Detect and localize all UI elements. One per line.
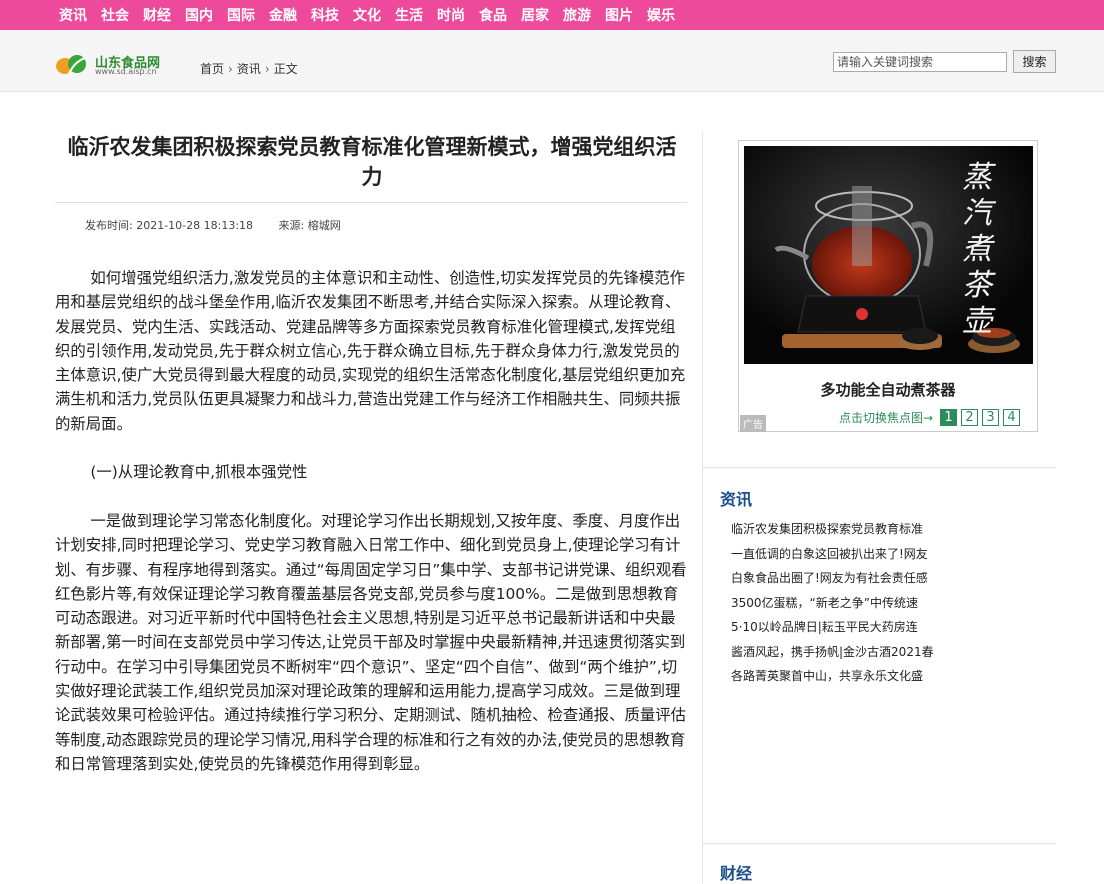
ad-caption[interactable]: 多功能全自动煮茶器 (739, 379, 1037, 400)
nav-item-10[interactable]: 食品 (479, 5, 507, 25)
article-paragraph: 一是做到理论学习常态化制度化。对理论学习作出长期规划,又按年度、季度、月度作出计… (55, 511, 687, 773)
sidebar-news-item[interactable]: 5·10以岭品牌日|耘玉平民大药房连 (731, 615, 941, 640)
sidebar-news-list: 临沂农发集团积极探索党员教育标准 一直低调的白象这回被扒出来了!网友 白象食品出… (731, 517, 941, 689)
breadcrumb-news[interactable]: 资讯 (237, 60, 261, 77)
ad-switch-label: 点击切换焦点图→ (839, 411, 934, 425)
nav-item-7[interactable]: 文化 (353, 5, 381, 25)
article-body: 如何增强党组织活力,激发党员的主体意识和主动性、创造性,切实发挥党员的先锋模范作… (55, 266, 689, 801)
nav-item-5[interactable]: 金融 (269, 5, 297, 25)
nav-item-0[interactable]: 资讯 (59, 5, 87, 25)
ad-image[interactable]: 蒸汽煮茶壶 (744, 146, 1033, 364)
nav-item-3[interactable]: 国内 (185, 5, 213, 25)
nav-item-9[interactable]: 时尚 (437, 5, 465, 25)
search-input[interactable] (833, 52, 1007, 72)
sidebar-news-item[interactable]: 酱酒风起，携手扬帆|金沙古酒2021春 (731, 640, 941, 665)
ad-image-title: 蒸汽煮茶壶 (962, 160, 992, 339)
logo-url: www.sd.aisp.cn (95, 67, 157, 76)
nav-item-2[interactable]: 财经 (143, 5, 171, 25)
column-divider (702, 132, 703, 883)
nav-item-6[interactable]: 科技 (311, 5, 339, 25)
article-paragraph: 如何增强党组织活力,激发党员的主体意识和主动性、创造性,切实发挥党员的先锋模范作… (55, 269, 686, 433)
article-title: 临沂农发集团积极探索党员教育标准化管理新模式，增强党组织活力 (67, 135, 677, 189)
article-source: 来源: 榕城网 (278, 219, 341, 232)
sidebar-news-item[interactable]: 3500亿蛋糕，“新老之争”中传统速 (731, 591, 941, 616)
sidebar-divider (703, 843, 1056, 844)
sidebar-news-item[interactable]: 白象食品出圈了!网友为有社会责任感 (731, 566, 941, 591)
chevron-right-icon: › (264, 61, 270, 76)
breadcrumb-home[interactable]: 首页 (200, 60, 224, 77)
sidebar-news-item[interactable]: 各路菁英聚首中山，共享永乐文化盛 (731, 664, 941, 689)
nav-item-4[interactable]: 国际 (227, 5, 255, 25)
sidebar-news-item[interactable]: 临沂农发集团积极探索党员教育标准 (731, 517, 941, 542)
article-meta: 发布时间: 2021-10-28 18:13:18 来源: 榕城网 (55, 202, 687, 233)
ad-carousel: 蒸汽煮茶壶 多功能全自动煮茶器 点击切换焦点图→ 1 2 3 4 广告 (738, 140, 1038, 432)
site-logo[interactable]: 山东食品网 www.sd.aisp.cn (55, 52, 190, 78)
top-nav: 资讯 社会 财经 国内 国际 金融 科技 文化 生活 时尚 食品 居家 旅游 图片 娱乐 (0, 0, 1104, 30)
publish-time: 发布时间: 2021-10-28 18:13:18 (85, 219, 254, 232)
sidebar-divider (703, 467, 1056, 468)
breadcrumb: 首页 › 资讯 › 正文 (200, 60, 298, 77)
nav-list: 资讯 社会 财经 国内 国际 金融 科技 文化 生活 时尚 食品 居家 旅游 图片 娱乐 (0, 0, 1104, 30)
ad-page-4[interactable]: 4 (1003, 409, 1021, 426)
nav-item-14[interactable]: 娱乐 (647, 5, 675, 25)
search-button[interactable]: 搜索 (1013, 50, 1056, 73)
sidebar-news-item[interactable]: 一直低调的白象这回被扒出来了!网友 (731, 542, 941, 567)
ad-tag: 广告 (740, 415, 766, 432)
nav-item-11[interactable]: 居家 (521, 5, 549, 25)
sidebar-section-title[interactable]: 资讯 (720, 486, 752, 510)
logo-leaf-icon (56, 55, 86, 75)
breadcrumb-current: 正文 (273, 62, 298, 76)
nav-item-12[interactable]: 旅游 (563, 5, 591, 25)
nav-item-13[interactable]: 图片 (605, 5, 633, 25)
sidebar-section-title-finance[interactable]: 财经 (720, 860, 752, 884)
nav-item-1[interactable]: 社会 (101, 5, 129, 25)
ad-page-1[interactable]: 1 (940, 409, 958, 426)
ad-page-2[interactable]: 2 (961, 409, 979, 426)
nav-item-8[interactable]: 生活 (395, 5, 423, 25)
article-section-heading: (一)从理论教育中,抓根本强党性 (90, 463, 308, 482)
ad-pager: 点击切换焦点图→ 1 2 3 4 (839, 409, 1021, 426)
chevron-right-icon: › (228, 61, 233, 76)
site-header: 山东食品网 www.sd.aisp.cn 首页 › 资讯 › 正文 搜索 (0, 30, 1104, 92)
ad-page-3[interactable]: 3 (982, 409, 1000, 426)
